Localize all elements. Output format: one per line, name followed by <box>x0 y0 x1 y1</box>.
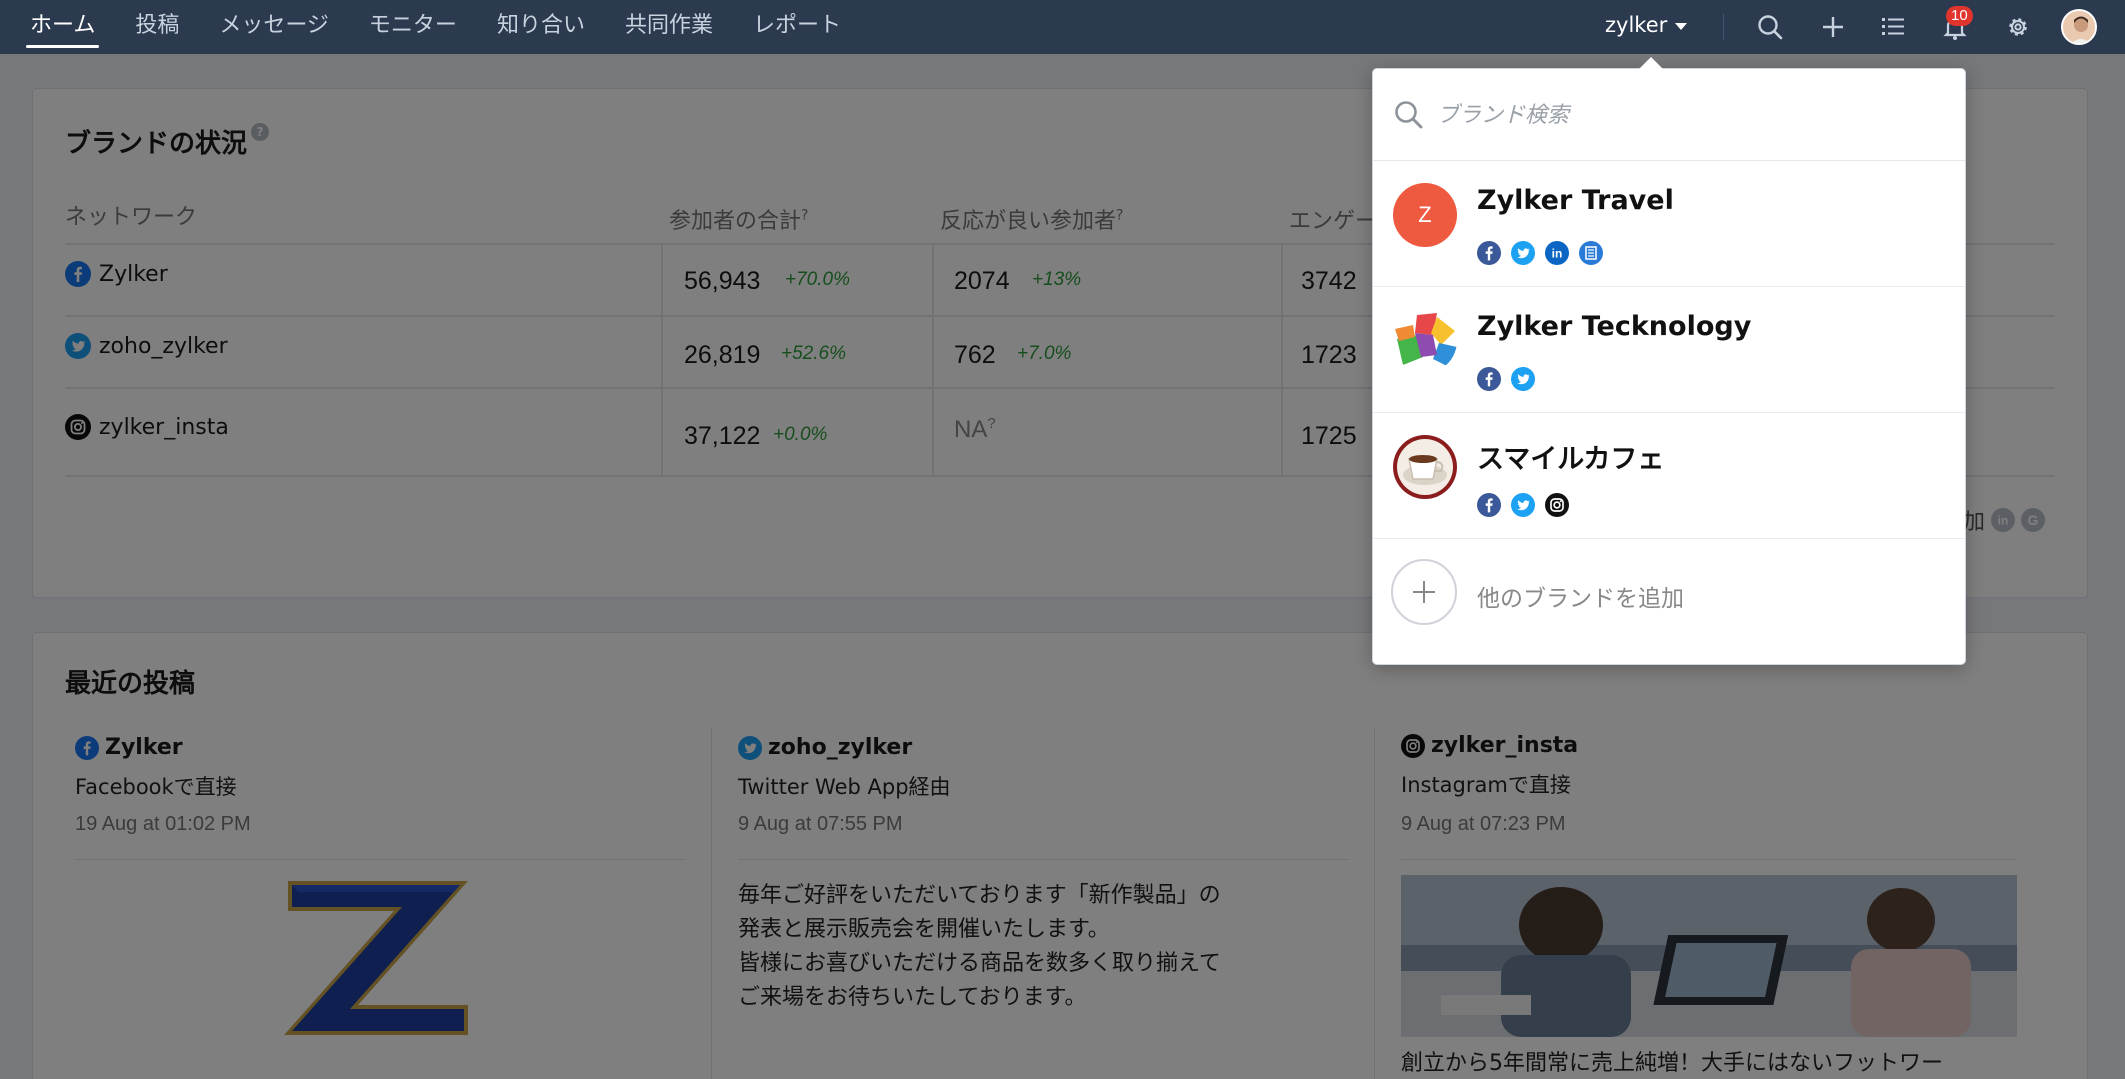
nav-posts[interactable]: 投稿 <box>135 0 179 54</box>
brand-networks <box>1477 367 1545 391</box>
colorful-cubes-logo <box>1393 309 1457 373</box>
brand-item-smile-cafe[interactable]: スマイルカフェ <box>1373 413 1965 539</box>
brand-search-input[interactable] <box>1437 97 1937 133</box>
instagram-icon <box>1545 493 1569 517</box>
search-icon <box>1395 101 1423 129</box>
google-business-icon <box>1579 241 1603 265</box>
coffee-cup-logo <box>1393 435 1457 499</box>
nav-home[interactable]: ホーム <box>25 0 100 54</box>
brand-logo-art <box>1397 439 1453 495</box>
facebook-icon <box>1477 367 1501 391</box>
top-navigation-bar: ホーム 投稿 メッセージ モニター 知り合い 共同作業 レポート zylker … <box>0 0 2125 54</box>
brand-item-zylker-travel[interactable]: Z Zylker Travel in <box>1373 161 1965 287</box>
brand-name: Zylker Travel <box>1477 185 1674 216</box>
plus-circle-icon <box>1391 559 1457 625</box>
nav-collaboration[interactable]: 共同作業 <box>625 0 713 54</box>
person-icon <box>2063 11 2095 43</box>
main-nav: ホーム 投稿 メッセージ モニター 知り合い 共同作業 レポート <box>25 0 881 54</box>
brand-logo: Z <box>1393 183 1457 247</box>
facebook-icon <box>1477 493 1501 517</box>
brand-networks <box>1477 493 1579 517</box>
brand-networks: in <box>1477 241 1613 265</box>
search-icon[interactable] <box>1755 12 1785 42</box>
caret-down-icon <box>1675 22 1688 30</box>
task-list-icon[interactable] <box>1878 12 1908 42</box>
nav-monitor[interactable]: モニター <box>369 0 457 54</box>
facebook-icon <box>1477 241 1501 265</box>
svg-text:in: in <box>1552 247 1563 261</box>
brand-search-bar <box>1373 69 1965 161</box>
brand-switcher-label: zylker <box>1605 13 1668 37</box>
twitter-icon <box>1511 241 1535 265</box>
user-avatar[interactable] <box>2061 9 2097 45</box>
brand-switcher[interactable]: zylker <box>1605 13 1688 37</box>
twitter-icon <box>1511 493 1535 517</box>
brand-logo-letter: Z <box>1418 202 1432 227</box>
linkedin-icon: in <box>1545 241 1569 265</box>
divider <box>1723 14 1724 40</box>
brand-logo-art <box>1395 313 1457 367</box>
nav-reports[interactable]: レポート <box>753 0 841 54</box>
nav-connections[interactable]: 知り合い <box>497 0 585 54</box>
brand-name: Zylker Tecknology <box>1477 311 1752 342</box>
add-brand-button[interactable]: 他のブランドを追加 <box>1373 537 1965 647</box>
plus-icon[interactable] <box>1818 12 1848 42</box>
brand-item-zylker-tecknology[interactable]: Zylker Tecknology <box>1373 287 1965 413</box>
twitter-icon <box>1511 367 1535 391</box>
brand-name: スマイルカフェ <box>1477 444 1665 475</box>
gear-icon[interactable] <box>2003 12 2033 42</box>
add-brand-label: 他のブランドを追加 <box>1477 586 1684 612</box>
brand-dropdown: Z Zylker Travel in Zylker Tecknology <box>1372 57 1966 665</box>
notification-badge: 10 <box>1946 6 1973 26</box>
nav-messages[interactable]: メッセージ <box>219 0 329 54</box>
